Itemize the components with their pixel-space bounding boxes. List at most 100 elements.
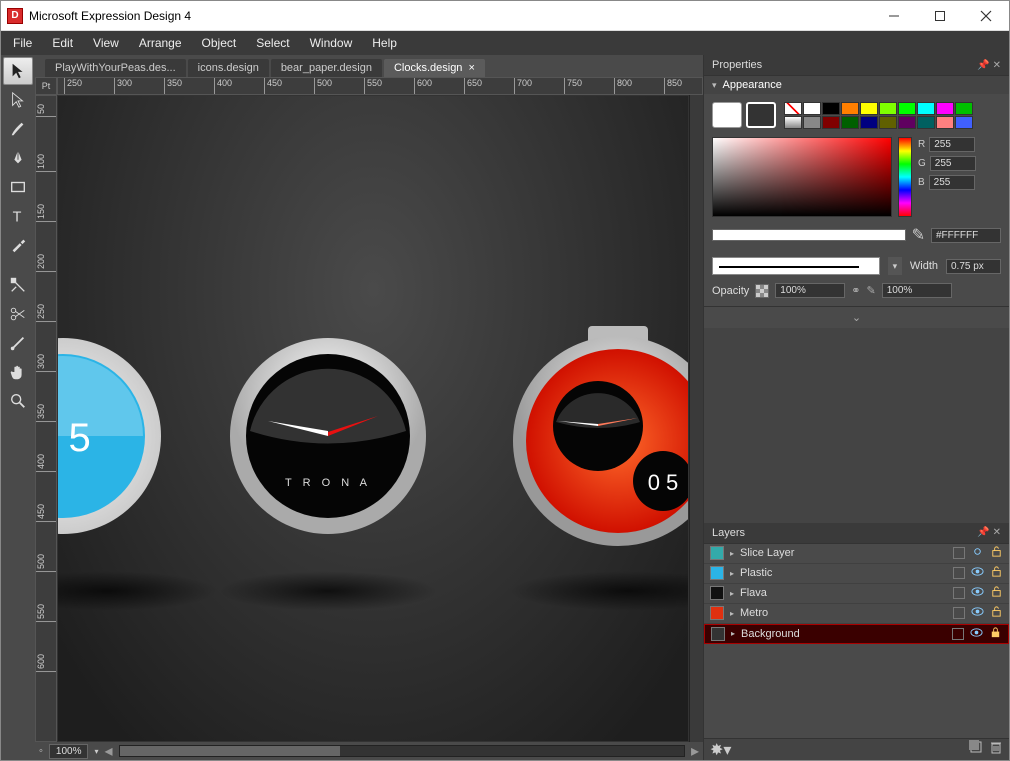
- chevron-right-icon[interactable]: ▸: [730, 569, 734, 578]
- layer-select-checkbox[interactable]: [953, 567, 965, 579]
- chevron-right-icon[interactable]: ▸: [730, 609, 734, 618]
- lock-icon[interactable]: [990, 545, 1003, 561]
- visibility-icon[interactable]: [971, 545, 984, 561]
- hex-input[interactable]: [931, 228, 1001, 243]
- scroll-left-icon[interactable]: ◂: [105, 741, 113, 761]
- layer-select-checkbox[interactable]: [952, 628, 964, 640]
- palette-swatch[interactable]: [803, 102, 821, 115]
- menu-object[interactable]: Object: [194, 33, 245, 53]
- vertical-scrollbar[interactable]: [689, 95, 703, 742]
- text-tool[interactable]: T: [3, 202, 33, 230]
- horizontal-scrollbar[interactable]: [119, 745, 685, 757]
- menu-arrange[interactable]: Arrange: [131, 33, 190, 53]
- visibility-icon[interactable]: [971, 605, 984, 621]
- g-input[interactable]: [930, 156, 976, 171]
- new-layer-icon[interactable]: [969, 740, 983, 759]
- layer-row[interactable]: ▸ Metro: [704, 604, 1009, 624]
- palette-swatch[interactable]: [917, 116, 935, 129]
- palette-swatch[interactable]: [955, 116, 973, 129]
- pen-tool[interactable]: [3, 144, 33, 172]
- visibility-icon[interactable]: [971, 585, 984, 601]
- expand-panel-icon[interactable]: ⌄: [704, 306, 1009, 328]
- selection-tool[interactable]: [3, 57, 33, 85]
- stroke-swatch[interactable]: [746, 102, 776, 128]
- palette-swatch[interactable]: [822, 116, 840, 129]
- menu-view[interactable]: View: [85, 33, 127, 53]
- stroke-opacity-input[interactable]: [882, 283, 952, 298]
- eyedropper-icon[interactable]: ✎: [912, 225, 925, 245]
- layer-row[interactable]: ▸ Background: [704, 624, 1009, 644]
- palette-swatch[interactable]: [879, 116, 897, 129]
- menu-edit[interactable]: Edit: [44, 33, 81, 53]
- eyedropper-tool[interactable]: [3, 231, 33, 259]
- appearance-section-header[interactable]: ▾Appearance: [704, 76, 1009, 94]
- zoom-out-icon[interactable]: ◦: [39, 745, 43, 757]
- scroll-right-icon[interactable]: ▸: [691, 741, 699, 761]
- tab-bearpaper[interactable]: bear_paper.design: [271, 59, 382, 77]
- tab-playwithyourpeas[interactable]: PlayWithYourPeas.des...: [45, 59, 186, 77]
- ruler-unit[interactable]: Pt: [35, 77, 57, 95]
- palette-swatch[interactable]: [879, 102, 897, 115]
- color-palette[interactable]: [784, 102, 973, 129]
- palette-swatch[interactable]: [936, 116, 954, 129]
- stroke-style-dropdown[interactable]: [712, 257, 880, 275]
- scissors-tool[interactable]: [3, 300, 33, 328]
- gradient-tool[interactable]: [3, 329, 33, 357]
- pin-icon[interactable]: 📌 ✕: [977, 60, 1001, 71]
- layer-row[interactable]: ▸ Flava: [704, 584, 1009, 604]
- pan-tool[interactable]: [3, 358, 33, 386]
- palette-swatch[interactable]: [803, 116, 821, 129]
- canvas[interactable]: 2 5: [57, 95, 689, 742]
- layer-select-checkbox[interactable]: [953, 547, 965, 559]
- palette-swatch[interactable]: [860, 102, 878, 115]
- palette-swatch[interactable]: [784, 102, 802, 115]
- visibility-icon[interactable]: [970, 626, 983, 642]
- zoom-level[interactable]: 100%: [49, 744, 89, 759]
- properties-panel-header[interactable]: Properties 📌 ✕: [704, 55, 1009, 76]
- menu-file[interactable]: File: [5, 33, 40, 53]
- visibility-icon[interactable]: [971, 565, 984, 581]
- chevron-down-icon[interactable]: ▾: [888, 257, 902, 275]
- layer-select-checkbox[interactable]: [953, 607, 965, 619]
- maximize-button[interactable]: [917, 1, 963, 31]
- chevron-right-icon[interactable]: ▸: [730, 589, 734, 598]
- delete-layer-icon[interactable]: [989, 740, 1003, 759]
- hue-slider[interactable]: [898, 137, 912, 217]
- layer-row[interactable]: ▸ Plastic: [704, 564, 1009, 584]
- palette-swatch[interactable]: [784, 116, 802, 129]
- palette-swatch[interactable]: [955, 102, 973, 115]
- minimize-button[interactable]: [871, 1, 917, 31]
- close-button[interactable]: [963, 1, 1009, 31]
- palette-swatch[interactable]: [898, 102, 916, 115]
- fill-opacity-input[interactable]: [775, 283, 845, 298]
- menu-window[interactable]: Window: [302, 33, 361, 53]
- palette-swatch[interactable]: [898, 116, 916, 129]
- tab-clocks[interactable]: Clocks.design×: [384, 59, 485, 77]
- tab-icons[interactable]: icons.design: [188, 59, 269, 77]
- palette-swatch[interactable]: [860, 116, 878, 129]
- close-icon[interactable]: ×: [468, 62, 474, 74]
- stroke-width-input[interactable]: [946, 259, 1001, 274]
- palette-swatch[interactable]: [936, 102, 954, 115]
- link-icon[interactable]: ⚭: [851, 284, 860, 297]
- fill-swatch[interactable]: [712, 102, 742, 128]
- palette-swatch[interactable]: [841, 116, 859, 129]
- palette-swatch[interactable]: [841, 102, 859, 115]
- rectangle-tool[interactable]: [3, 173, 33, 201]
- menu-help[interactable]: Help: [364, 33, 405, 53]
- layer-options-icon[interactable]: ✸▾: [710, 740, 731, 760]
- lock-icon[interactable]: [990, 605, 1003, 621]
- b-input[interactable]: [929, 175, 975, 190]
- lock-icon[interactable]: [989, 626, 1002, 642]
- slice-tool[interactable]: [3, 271, 33, 299]
- palette-swatch[interactable]: [822, 102, 840, 115]
- layers-panel-header[interactable]: Layers 📌 ✕: [704, 523, 1009, 544]
- color-picker[interactable]: [712, 137, 892, 217]
- pin-icon[interactable]: 📌 ✕: [977, 527, 1001, 538]
- chevron-right-icon[interactable]: ▸: [730, 549, 734, 558]
- brush-tool[interactable]: [3, 115, 33, 143]
- chevron-right-icon[interactable]: ▸: [731, 629, 735, 638]
- zoom-dropdown-icon[interactable]: ▾: [94, 747, 98, 756]
- lock-icon[interactable]: [990, 565, 1003, 581]
- menu-select[interactable]: Select: [248, 33, 297, 53]
